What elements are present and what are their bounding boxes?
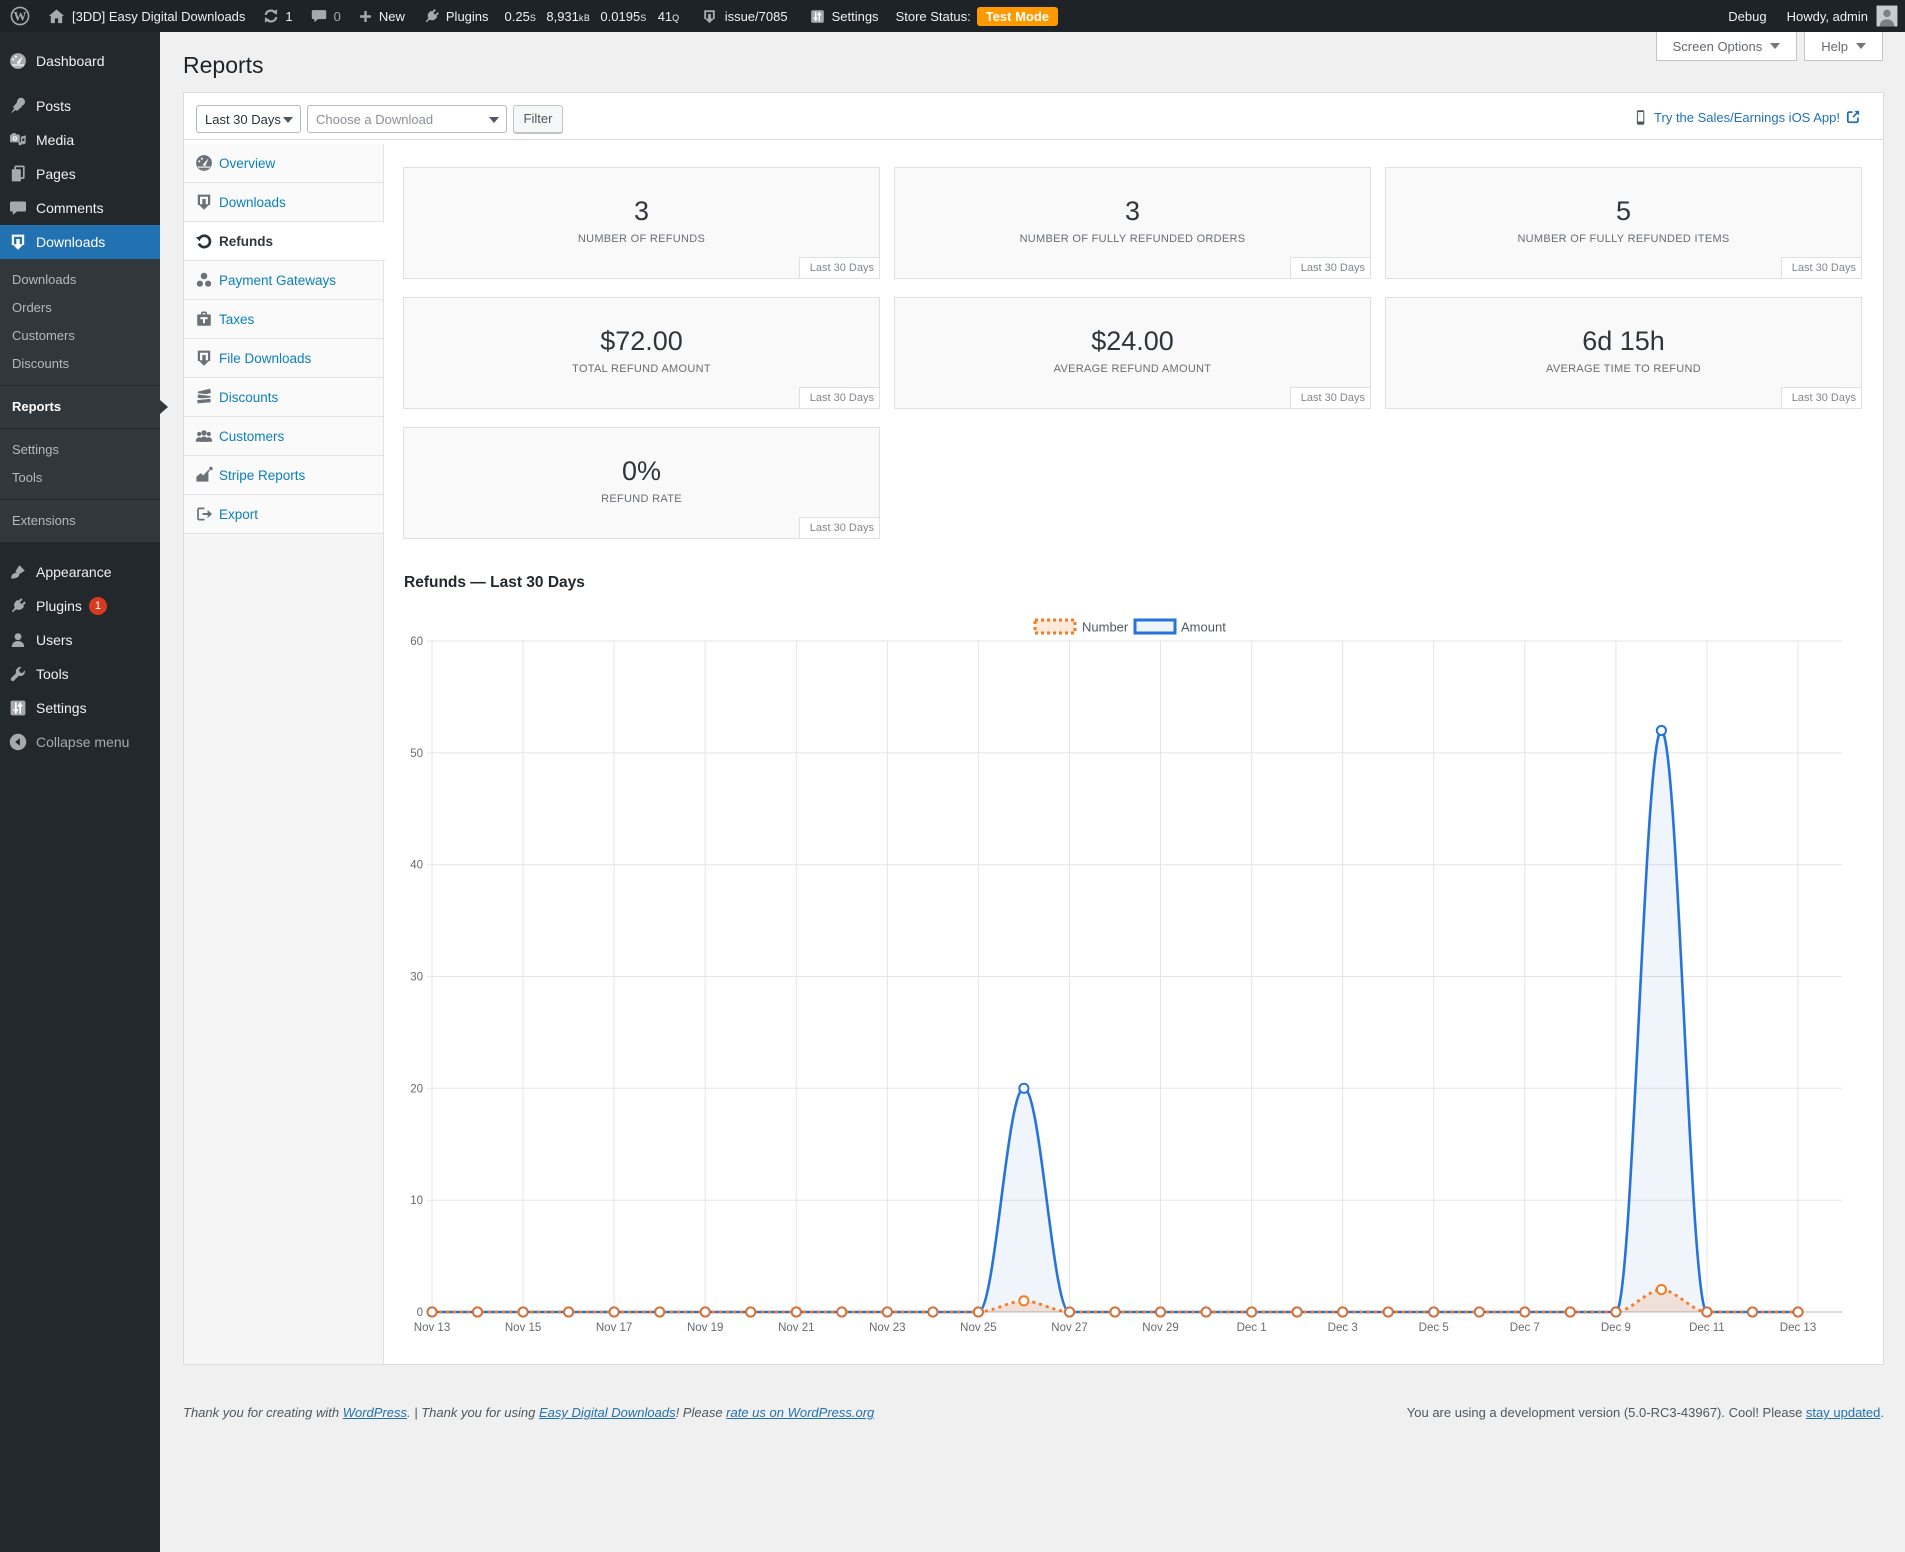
svg-text:W: W bbox=[14, 9, 27, 24]
